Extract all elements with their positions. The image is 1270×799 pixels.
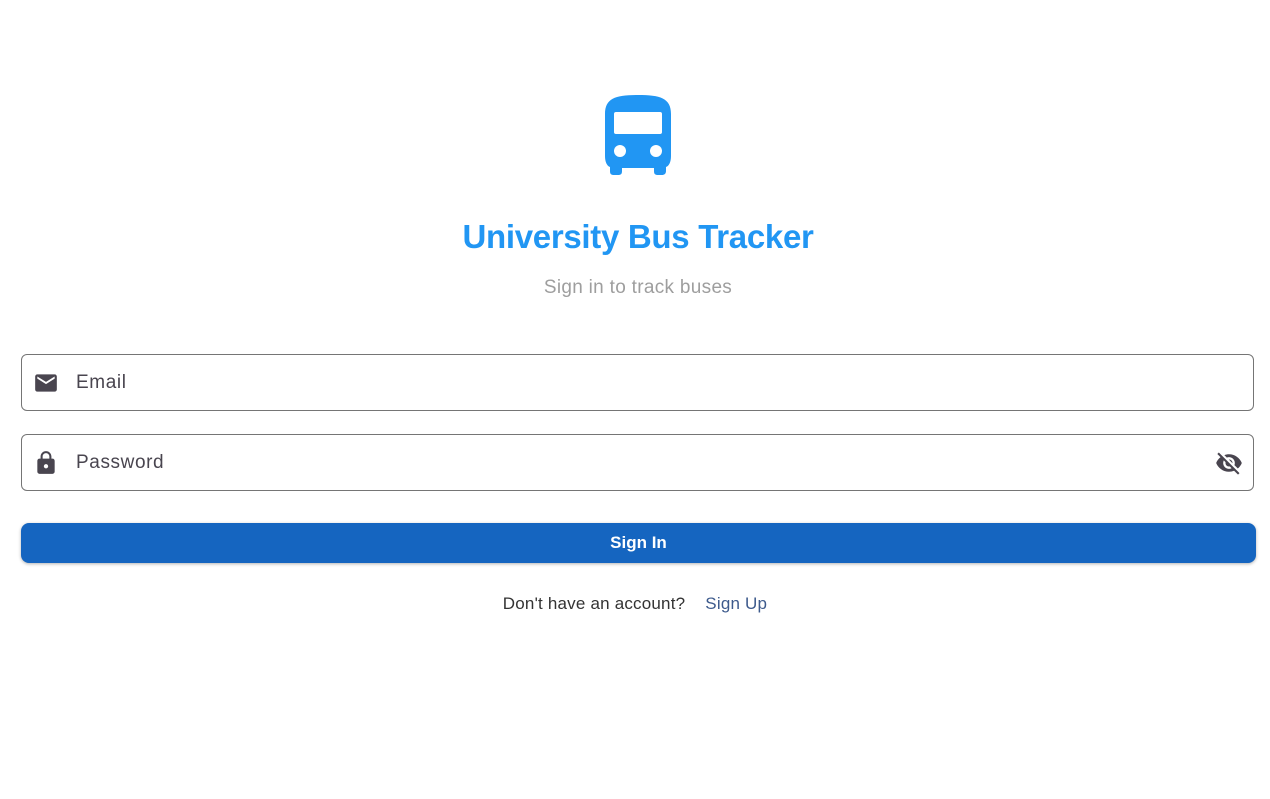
email-input[interactable]: [76, 355, 1196, 410]
lock-icon: [37, 451, 55, 474]
login-page: University Bus Tracker Sign in to track …: [0, 0, 1270, 799]
signup-prompt-text: Don't have an account?: [502, 594, 686, 613]
app-subtitle: Sign in to track buses: [543, 277, 733, 298]
bus-icon: [605, 95, 671, 175]
visibility-off-icon[interactable]: [1215, 449, 1243, 477]
email-field[interactable]: [21, 354, 1254, 411]
signup-prompt: Don't have an account? Sign Up: [0, 592, 1270, 616]
app-title: University Bus Tracker: [462, 218, 814, 255]
password-field[interactable]: [21, 434, 1254, 491]
sign-in-button[interactable]: Sign In: [21, 523, 1256, 563]
sign-up-link[interactable]: Sign Up: [705, 594, 767, 614]
password-input[interactable]: [76, 435, 1196, 490]
mail-icon: [35, 374, 57, 392]
